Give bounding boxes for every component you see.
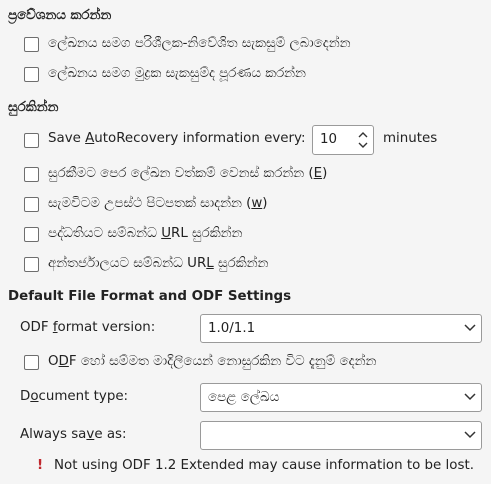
warn-non-odf-label[interactable]: ODF හෝ සම්මත මාදිලියෙන් නොසුරකින විට දැන… (48, 354, 376, 369)
chevron-down-icon (464, 431, 476, 439)
autorecovery-minutes-spinbox[interactable]: 10 (312, 125, 374, 155)
backup-copy-checkbox[interactable] (24, 197, 39, 212)
load-user-settings-label[interactable]: ලේඛනය සමග පරිශීලක-නිවේශිත සැකසුම් ලබාදෙන… (48, 36, 350, 51)
spin-up-down-icon[interactable] (357, 129, 369, 151)
chevron-down-icon (464, 393, 476, 401)
format-section-heading: Default File Format and ODF Settings (8, 289, 292, 304)
edit-properties-checkbox[interactable] (24, 167, 39, 182)
document-type-label: Document type: (20, 389, 129, 404)
edit-properties-label[interactable]: සුරකීමට පෙර ලේඛන වත්කම් වෙනස් කරන්න (E) (48, 166, 327, 181)
autorecovery-minutes-value[interactable]: 10 (320, 132, 337, 147)
backup-copy-label[interactable]: සැමවිටම උපස්ථ පිටපතක් සාදන්න (w) (48, 196, 268, 211)
load-section-heading: ප්‍රවේශනය කරන්න (8, 8, 112, 23)
relative-internet-label[interactable]: අන්තර්ජාලයට සම්බන්ධ URL සුරකින්න (48, 256, 268, 271)
document-type-value: පෙළ ලේඛය (208, 390, 280, 405)
autorecovery-checkbox[interactable] (24, 133, 39, 148)
autorecovery-label[interactable]: Save AutoRecovery information every: (48, 131, 305, 146)
load-printer-settings-label[interactable]: ලේඛනය සමග මුද්‍රක සැකසුම්ද පූරණය කරන්න (48, 66, 306, 81)
always-save-as-label: Always save as: (20, 427, 127, 442)
relative-filesystem-label[interactable]: පද්ධතියට සම්බන්ධ URL සුරකින්න (48, 226, 242, 241)
odf-format-version-select[interactable]: 1.0/1.1 (200, 314, 482, 343)
warn-non-odf-checkbox[interactable] (24, 355, 39, 370)
warning-icon: ! (37, 458, 44, 473)
odf-format-version-label: ODF format version: (20, 320, 156, 335)
always-save-as-select[interactable] (200, 421, 482, 450)
relative-filesystem-checkbox[interactable] (24, 227, 39, 242)
odf-warning-message: Not using ODF 1.2 Extended may cause inf… (54, 458, 474, 473)
load-printer-settings-checkbox[interactable] (24, 67, 39, 82)
save-section-heading: සුරකින්න (8, 100, 59, 115)
autorecovery-unit-label: minutes (383, 131, 438, 146)
relative-internet-checkbox[interactable] (24, 257, 39, 272)
odf-format-version-value: 1.0/1.1 (208, 321, 256, 336)
document-type-select[interactable]: පෙළ ලේඛය (200, 383, 482, 412)
load-user-settings-checkbox[interactable] (24, 37, 39, 52)
chevron-down-icon (464, 324, 476, 332)
